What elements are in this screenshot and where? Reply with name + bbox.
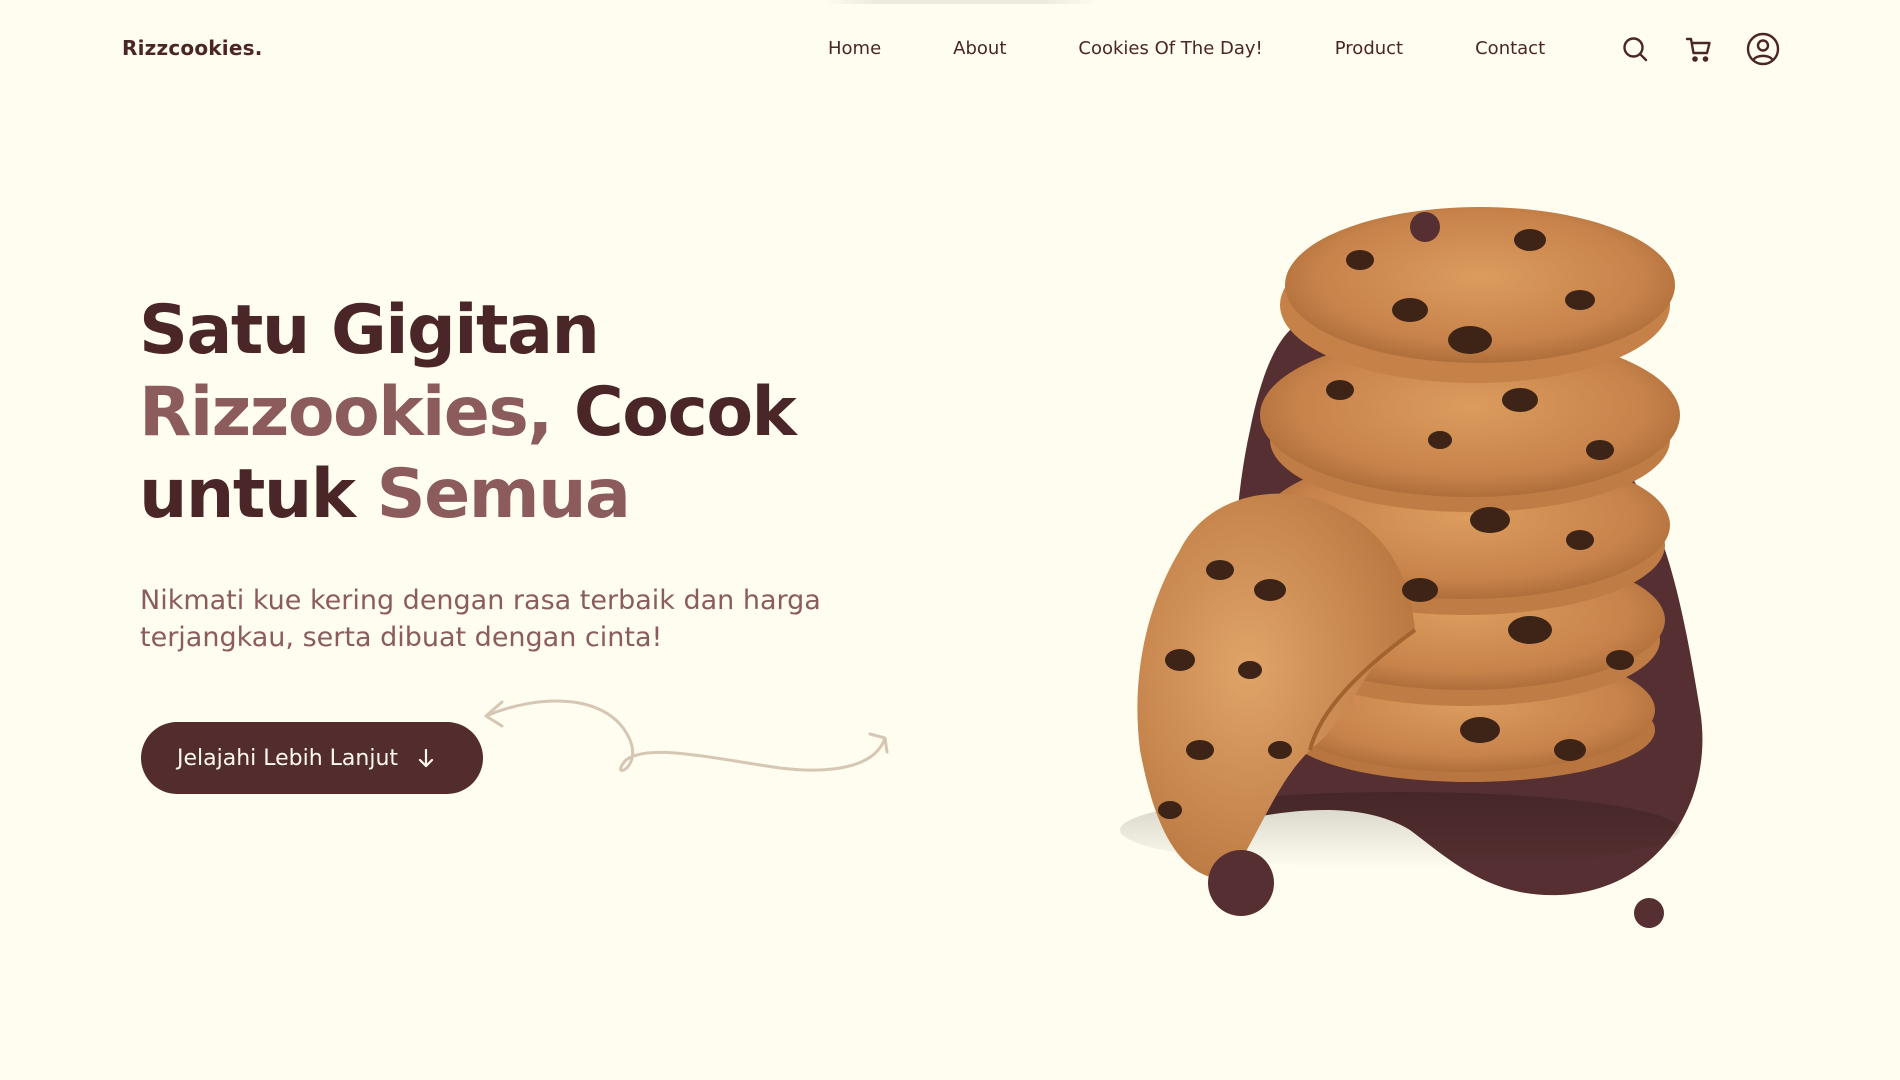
- nav-icons: [1618, 32, 1780, 66]
- explore-button[interactable]: Jelajahi Lebih Lanjut: [141, 722, 483, 794]
- cart-icon[interactable]: [1682, 32, 1716, 66]
- decorative-curved-arrow-icon: [484, 699, 889, 772]
- hero-title: Satu Gigitan Rizzookies, Cocok untuk Sem…: [139, 290, 899, 536]
- user-account-icon[interactable]: [1746, 32, 1780, 66]
- decorative-dot: [1410, 212, 1440, 242]
- hero-subtitle: Nikmati kue kering dengan rasa terbaik d…: [140, 585, 821, 653]
- hero-title-line-1: Satu Gigitan: [139, 291, 600, 370]
- explore-button-label: Jelajahi Lebih Lanjut: [177, 745, 399, 771]
- nav-link-contact[interactable]: Contact: [1475, 38, 1545, 59]
- hero-title-accent-brand: Rizzookies,: [139, 373, 553, 452]
- decorative-dot: [1208, 850, 1274, 916]
- hero-title-line-3-start: untuk: [139, 455, 377, 534]
- search-icon[interactable]: [1618, 32, 1652, 66]
- hero-title-line-2-rest: Cocok: [551, 373, 797, 452]
- nav-link-home[interactable]: Home: [828, 38, 881, 59]
- nav-link-product[interactable]: Product: [1335, 38, 1403, 59]
- nav-link-cookies-of-the-day[interactable]: Cookies Of The Day!: [1078, 38, 1262, 59]
- nav-top-indicator: [820, 0, 1100, 4]
- hero-cookie-illustration: [1060, 190, 1760, 950]
- nav-links: Home About Cookies Of The Day! Product C…: [828, 38, 1545, 59]
- hero-title-accent-semua: Semua: [376, 455, 631, 534]
- decorative-dot: [1634, 898, 1664, 928]
- nav-link-about[interactable]: About: [953, 38, 1006, 59]
- brand-logo[interactable]: Rizzcookies.: [122, 36, 263, 60]
- arrow-down-icon: [416, 747, 436, 769]
